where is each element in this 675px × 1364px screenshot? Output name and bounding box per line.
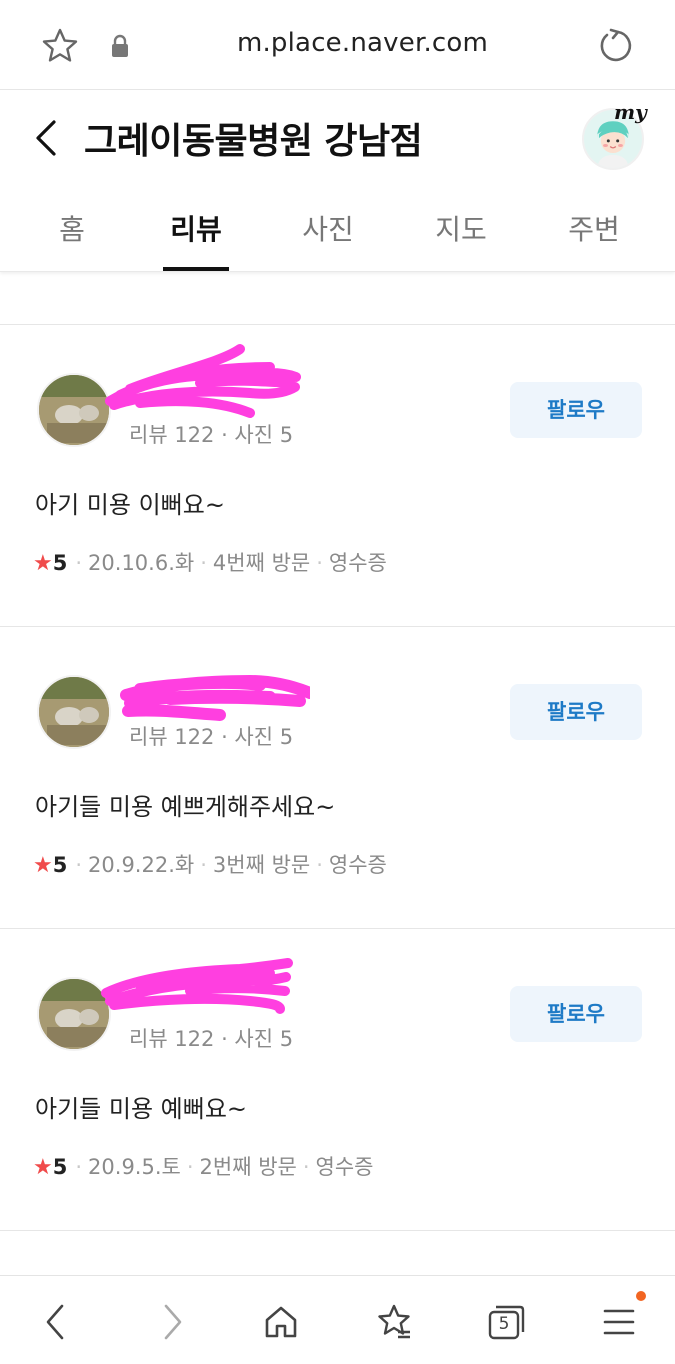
rating-star-icon: ★	[33, 853, 53, 878]
active-tab-indicator	[163, 267, 229, 271]
rating-value: 5	[52, 853, 68, 877]
tab-count: 5	[498, 1314, 510, 1334]
receipt-label: 영수증	[315, 1155, 374, 1179]
forward-icon[interactable]	[152, 1302, 192, 1342]
my-label: my	[614, 100, 647, 124]
review-date: 20.10.6.화	[88, 551, 195, 575]
notification-dot	[636, 1291, 646, 1301]
tab-photos[interactable]: 사진	[268, 208, 388, 248]
reload-icon[interactable]	[594, 25, 636, 67]
separator: ·	[200, 853, 207, 877]
tab-bar: 홈 리뷰 사진 지도 주변	[0, 200, 675, 272]
bookmarks-icon[interactable]	[374, 1302, 414, 1342]
reviewer-stats: 리뷰 122 · 사진 5	[129, 725, 294, 749]
reviewer-stats: 리뷰 122 · 사진 5	[129, 1027, 294, 1051]
list-divider	[0, 1230, 675, 1240]
separator: ·	[186, 1155, 194, 1179]
separator: ·	[75, 551, 83, 575]
separator: ·	[302, 1155, 310, 1179]
back-arrow-icon[interactable]	[30, 118, 64, 158]
separator: ·	[316, 551, 323, 575]
place-header: 그레이동물병원 강남점 my 홈 리뷰 사진 지도 주변	[0, 90, 675, 272]
rating-star-icon: ★	[33, 1155, 53, 1180]
review-item: 리뷰 122 · 사진 5 팔로우 아기 미용 이뻐요~ ★5 · 20.10.6.…	[0, 324, 675, 626]
browser-url-bar: m.place.naver.com	[0, 0, 675, 90]
redacted-username-scribble	[101, 958, 293, 1014]
separator: ·	[75, 1155, 83, 1179]
receipt-label: 영수증	[328, 853, 387, 877]
visit-count: 4번째 방문	[212, 551, 311, 575]
rating-star-icon: ★	[33, 551, 53, 576]
tab-reviews[interactable]: 리뷰	[136, 208, 256, 248]
review-meta: ★5 · 20.10.6.화 · 4번째 방문 · 영수증	[33, 547, 387, 577]
review-text: 아기 미용 이뻐요~	[35, 491, 225, 519]
visit-count: 3번째 방문	[212, 853, 311, 877]
review-list: 리뷰 122 · 사진 5 팔로우 아기 미용 이뻐요~ ★5 · 20.10.6.…	[0, 324, 675, 1240]
page-title: 그레이동물병원 강남점	[84, 121, 423, 162]
review-item: 리뷰 122 · 사진 5 팔로우 아기들 미용 예뻐요~ ★5 · 20.9.5.…	[0, 928, 675, 1230]
follow-button[interactable]: 팔로우	[510, 684, 642, 740]
follow-button[interactable]: 팔로우	[510, 382, 642, 438]
visit-count: 2번째 방문	[199, 1155, 297, 1179]
separator: ·	[200, 551, 207, 575]
tab-home[interactable]: 홈	[12, 208, 132, 248]
review-text: 아기들 미용 예쁘게해주세요~	[35, 793, 336, 821]
tab-nearby[interactable]: 주변	[534, 208, 654, 248]
reviewer-stats: 리뷰 122 · 사진 5	[129, 423, 294, 447]
rating-value: 5	[52, 551, 68, 575]
separator: ·	[75, 853, 83, 877]
review-date: 20.9.22.화	[88, 853, 195, 877]
tab-map[interactable]: 지도	[401, 208, 521, 248]
url-text[interactable]: m.place.naver.com	[0, 28, 675, 58]
receipt-label: 영수증	[328, 551, 387, 575]
redacted-username-scribble	[120, 675, 310, 721]
follow-button[interactable]: 팔로우	[510, 986, 642, 1042]
menu-icon[interactable]	[599, 1302, 639, 1342]
back-icon[interactable]	[36, 1302, 76, 1342]
review-meta: ★5 · 20.9.5.토 · 2번째 방문 · 영수증	[33, 1151, 374, 1181]
review-date: 20.9.5.토	[88, 1155, 181, 1179]
review-meta: ★5 · 20.9.22.화 · 3번째 방문 · 영수증	[33, 849, 387, 879]
redacted-username-scribble	[105, 344, 301, 418]
tabs-button[interactable]: 5	[486, 1302, 526, 1342]
separator: ·	[316, 853, 323, 877]
review-item: 리뷰 122 · 사진 5 팔로우 아기들 미용 예쁘게해주세요~ ★5 · 20.…	[0, 626, 675, 928]
review-text: 아기들 미용 예뻐요~	[35, 1095, 248, 1123]
rating-value: 5	[52, 1155, 68, 1179]
browser-toolbar: 5	[0, 1275, 675, 1364]
home-icon[interactable]	[261, 1302, 301, 1342]
